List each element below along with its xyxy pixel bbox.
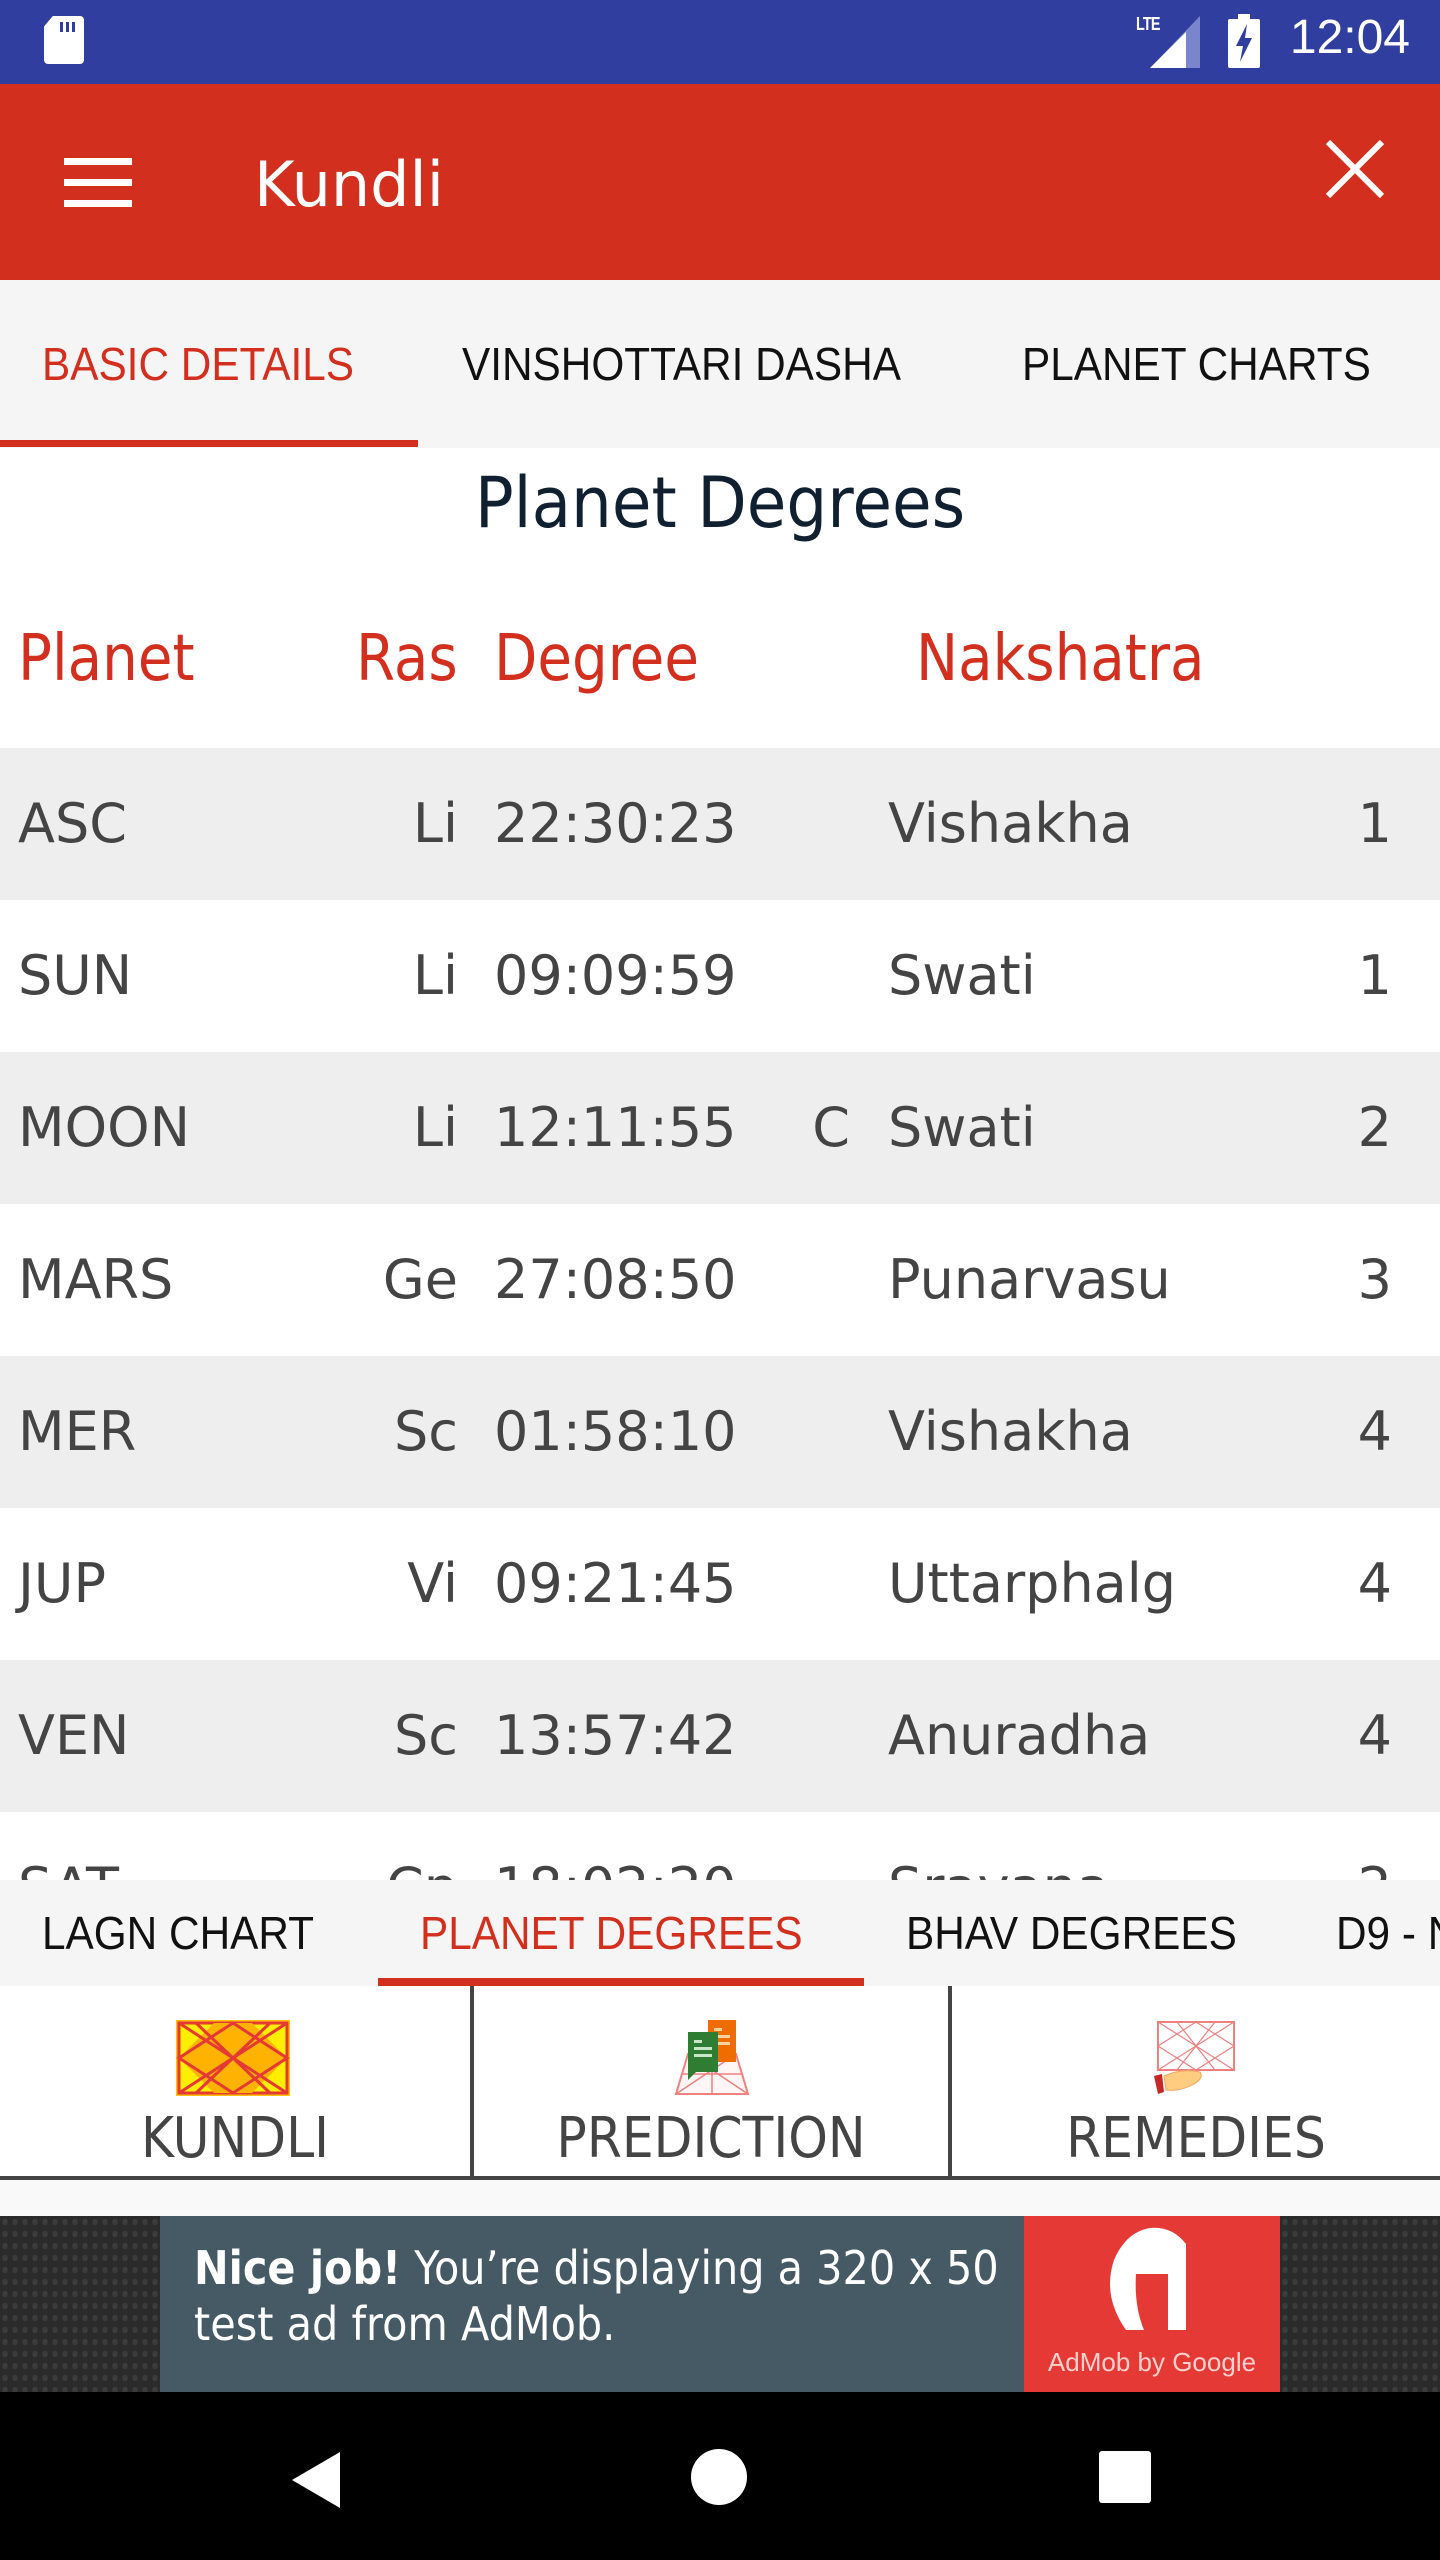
spacer [0,2180,1440,2216]
cell-ras: Vi [407,1552,458,1615]
ad-body-line1: You’re displaying a 320 x 50 [401,2241,999,2295]
app-title: Kundli [254,148,444,221]
header-ras: Ras [356,622,458,696]
cell-ras: Li [412,944,458,1007]
table-row: MER Sc 01:58:10 Vishakha 4 [0,1356,1440,1508]
cell-degree: 27:08:50 [494,1248,737,1311]
close-icon[interactable] [1322,138,1388,200]
section-title: Planet Degrees [474,462,966,544]
tab-planet-charts[interactable]: PLANET CHARTS [1022,280,1371,448]
cell-degree: 09:21:45 [494,1552,737,1615]
tab-vinshottari-dasha[interactable]: VINSHOTTARI DASHA [462,280,901,448]
remedies-icon [1148,2020,1238,2101]
table-row: ASC Li 22:30:23 Vishakha 1 [0,748,1440,900]
table-row: VEN Sc 13:57:42 Anuradha 4 [0,1660,1440,1812]
subtab-lagn-chart[interactable]: LAGN CHART [42,1880,314,1986]
subtab-d9[interactable]: D9 - N [1336,1880,1440,1986]
ad-banner[interactable]: Nice job! You’re displaying a 320 x 50 t… [160,2216,1280,2392]
cell-planet: SUN [18,944,133,1007]
status-bar: LTE 12:04 [0,0,1440,84]
hamburger-menu-icon[interactable] [64,158,132,208]
nav-prediction-label: PREDICTION [556,2106,866,2171]
cell-pada: 3 [1357,1248,1392,1311]
ad-brand: AdMob by Google [1047,2347,1257,2377]
cell-pada: 2 [1358,1812,1392,1880]
ad-body-line2: test ad from AdMob. [194,2297,616,2351]
cell-nakshatra: Swati [888,1096,1036,1159]
cell-ras: Ge [382,1248,458,1311]
cell-combust: C [812,1096,850,1159]
cell-planet: VEN [18,1704,130,1767]
lte-signal-icon: LTE [1136,14,1200,68]
header-degree: Degree [494,622,699,696]
home-icon[interactable] [690,2448,748,2511]
bottom-navigation: KUNDLI PREDICTION REMEDIES [0,1986,1440,2180]
cell-degree: 13:57:42 [494,1704,737,1767]
planet-degrees-table[interactable]: ASC Li 22:30:23 Vishakha 1 SUN Li 09:09:… [0,748,1440,1880]
cell-nakshatra: Sravana [888,1812,1110,1880]
cell-degree: 01:58:10 [494,1400,737,1463]
nav-kundli[interactable]: KUNDLI [0,1986,470,2176]
header-planet: Planet [18,622,195,696]
cell-planet: ASC [18,792,127,855]
cell-pada: 4 [1357,1400,1392,1463]
cell-nakshatra: Vishakha [888,1400,1133,1463]
subtab-bhav-degrees[interactable]: BHAV DEGREES [906,1880,1237,1986]
recents-icon[interactable] [1098,2450,1152,2509]
cell-pada: 4 [1357,1552,1392,1615]
active-subtab-indicator [378,1978,864,1986]
ad-container: Nice job! You’re displaying a 320 x 50 t… [0,2216,1440,2392]
cell-planet: JUP [18,1552,107,1615]
cell-ras: Sc [394,1704,458,1767]
cell-pada: 1 [1357,792,1392,855]
cell-degree: 09:09:59 [494,944,737,1007]
battery-charging-icon [1228,14,1260,68]
subtab-planet-degrees[interactable]: PLANET DEGREES [420,1880,803,1986]
sd-card-icon [44,16,84,64]
cell-planet: MARS [18,1248,174,1311]
prediction-icon [656,2020,766,2101]
table-row: MOON Li 12:11:55 C Swati 2 [0,1052,1440,1204]
cell-nakshatra: Punarvasu [888,1248,1171,1311]
cell-pada: 1 [1357,944,1392,1007]
tab-basic-details[interactable]: BASIC DETAILS [42,280,354,448]
cell-nakshatra: Swati [888,944,1036,1007]
status-time: 12:04 [1289,11,1410,64]
cell-nakshatra: Uttarphalg [888,1552,1177,1615]
ad-headline: Nice job! [194,2241,402,2295]
table-row: SUN Li 09:09:59 Swati 1 [0,900,1440,1052]
cell-pada: 4 [1357,1704,1392,1767]
app-bar [0,84,1440,280]
cell-nakshatra: Vishakha [888,792,1133,855]
cell-ras: Cp [386,1812,458,1880]
nav-kundli-label: KUNDLI [140,2106,330,2171]
cell-planet: MER [18,1400,137,1463]
nav-prediction[interactable]: PREDICTION [474,1986,948,2176]
ad-text: Nice job! You’re displaying a 320 x 50 t… [194,2240,999,2352]
cell-pada: 2 [1357,1096,1392,1159]
cell-degree: 22:30:23 [494,792,737,855]
cell-degree: 12:11:55 [494,1096,737,1159]
table-row: SAT Cp 18:02:20 Sravana 2 [0,1812,1440,1880]
cell-nakshatra: Anuradha [888,1704,1151,1767]
cell-planet: MOON [18,1096,190,1159]
cell-ras: Li [412,1096,458,1159]
network-type: LTE [1136,14,1161,34]
active-tab-indicator [0,440,418,447]
nav-remedies-label: REMEDIES [1066,2106,1326,2171]
nav-remedies[interactable]: REMEDIES [952,1986,1440,2176]
sub-tab-bar: LAGN CHART PLANET DEGREES BHAV DEGREES D… [0,1880,1440,1986]
kundli-chart-icon [176,2020,290,2101]
system-navigation-bar [0,2392,1440,2560]
admob-logo: AdMob by Google [1024,2216,1280,2392]
table-row: JUP Vi 09:21:45 Uttarphalg 4 [0,1508,1440,1660]
back-icon[interactable] [290,2450,342,2515]
cell-planet: SAT [18,1812,119,1880]
header-nakshatra: Nakshatra [916,622,1205,696]
cell-ras: Li [412,792,458,855]
top-tab-bar: BASIC DETAILS VINSHOTTARI DASHA PLANET C… [0,280,1440,448]
cell-degree: 18:02:20 [494,1812,737,1880]
cell-ras: Sc [394,1400,458,1463]
table-row: MARS Ge 27:08:50 Punarvasu 3 [0,1204,1440,1356]
